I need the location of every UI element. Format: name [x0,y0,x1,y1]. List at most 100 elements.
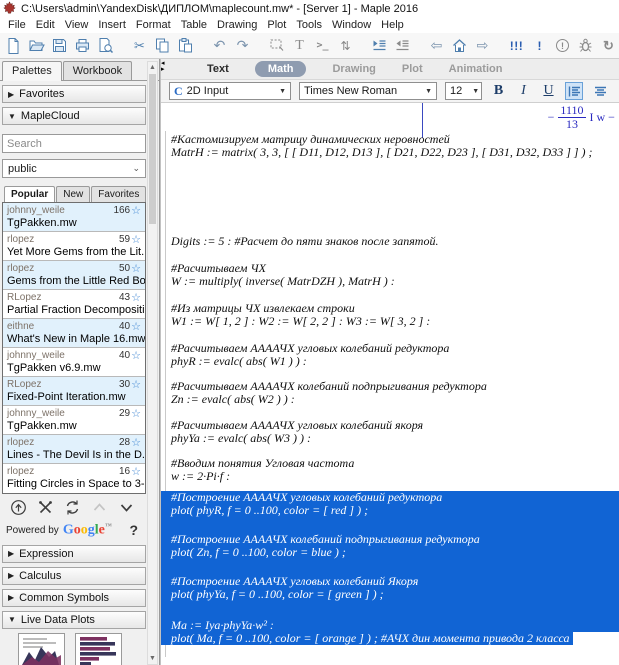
cloud-tab-favorites[interactable]: Favorites [91,186,147,202]
mode-tab-math[interactable]: Math [254,61,307,77]
section-range-icon[interactable]: ⇅ [335,35,356,56]
text-tool-icon[interactable]: T [289,35,310,56]
maple-input-line[interactable]: Zn := evalc( abs( W2 ) ) : [161,393,619,406]
cloud-upload-icon[interactable] [8,498,28,516]
palette-section-expression[interactable]: ▶ Expression [2,544,146,563]
chevron-down-icon[interactable] [116,498,136,516]
maple-input-line[interactable]: plot( Zn, f = 0 ..100, color = blue ) ; [161,546,619,559]
cloud-list-item[interactable]: johnny_weile 166 ☆ TgPakken.mw [3,203,145,232]
cut-icon[interactable]: ✂ [129,35,150,56]
menu-tools[interactable]: Tools [291,19,327,31]
cloud-list-item[interactable]: johnny_weile 29 ☆ TgPakken.mw [3,406,145,435]
menu-file[interactable]: File [3,19,31,31]
interrupt-icon[interactable]: ! [552,35,573,56]
scrollbar-thumb[interactable] [149,74,156,224]
execute-current-icon[interactable]: ! [529,35,550,56]
new-document-icon[interactable] [3,35,24,56]
menu-insert[interactable]: Insert [93,19,131,31]
star-icon[interactable]: ☆ [131,204,141,217]
menu-table[interactable]: Table [176,19,212,31]
bar-chart-thumbnail[interactable] [75,632,122,665]
star-icon[interactable]: ☆ [131,436,141,449]
mode-tab-drawing[interactable]: Drawing [332,63,375,75]
search-input[interactable] [2,134,146,153]
maple-comment-line[interactable]: #Построение ААААЧХ угловых колебаний Яко… [161,559,619,588]
star-icon[interactable]: ☆ [131,233,141,246]
star-icon[interactable]: ☆ [131,407,141,420]
star-icon[interactable]: ☆ [131,378,141,391]
maple-input-line[interactable]: phyR := evalc( abs( W1 ) ) : [161,355,619,368]
indent-icon[interactable] [369,35,390,56]
maple-input-line[interactable]: plot( phyR, f = 0 ..100, color = [ red ]… [161,504,619,517]
menu-drawing[interactable]: Drawing [212,19,262,31]
star-icon[interactable]: ☆ [131,262,141,275]
forward-icon[interactable]: ⇨ [472,35,493,56]
maple-input-line[interactable]: plot( Ma, f = 0 ..100, color = [ orange … [161,632,573,645]
maple-input-line[interactable]: phyYa := evalc( abs( W3 ) ) : [161,432,619,445]
palette-section-common-symbols[interactable]: ▶ Common Symbols [2,588,146,607]
palette-section-live-data-plots[interactable]: ▼ Live Data Plots [2,610,146,629]
cloud-list-item[interactable]: johnny_weile 40 ☆ TgPakken v6.9.mw [3,348,145,377]
print-icon[interactable] [72,35,93,56]
print-preview-icon[interactable] [95,35,116,56]
italic-button[interactable]: I [515,83,532,99]
area-chart-thumbnail[interactable] [18,632,65,665]
home-icon[interactable] [449,35,470,56]
paste-icon[interactable] [175,35,196,56]
cloud-list-item[interactable]: rlopez 50 ☆ Gems from the Little Red Bo... [3,261,145,290]
redo-icon[interactable]: ↷ [232,35,253,56]
visibility-dropdown[interactable]: public ⌄ [2,159,146,178]
bold-button[interactable]: B [490,83,507,99]
maple-comment-line[interactable]: #Построение ААААЧХ колебаний подпрыгиван… [161,517,619,546]
tools-icon[interactable] [35,498,55,516]
font-family-dropdown[interactable]: Times New Roman ▼ [299,82,437,100]
star-icon[interactable]: ☆ [131,320,141,333]
menu-view[interactable]: View [60,19,94,31]
outdent-icon[interactable] [392,35,413,56]
menu-help[interactable]: Help [376,19,409,31]
command-prompt-icon[interactable]: >_ [312,35,333,56]
cloud-list-item[interactable]: RLopez 43 ☆ Partial Fraction Decompositi... [3,290,145,319]
sync-icon[interactable] [62,498,82,516]
maple-input-line[interactable]: Ma := Iya·phyYa·w² : [161,601,619,632]
worksheet-document[interactable]: − 1110 13 I w − 693750 13 #Кастомизируем… [161,103,619,665]
cloud-list-item[interactable]: rlopez 28 ☆ Lines - The Devil Is in the D..… [3,435,145,464]
maple-input-line[interactable]: w := 2·Pi·f : [161,470,619,483]
scroll-up-icon[interactable]: ▲ [148,62,157,73]
maple-input-line[interactable]: plot( phyYa, f = 0 ..100, color = [ gree… [161,588,619,601]
debug-icon[interactable] [575,35,596,56]
input-style-dropdown[interactable]: C 2D Input ▼ [169,82,291,100]
copy-icon[interactable] [152,35,173,56]
menu-plot[interactable]: Plot [262,19,291,31]
back-icon[interactable]: ⇦ [426,35,447,56]
cloud-list-item[interactable]: rlopez 59 ☆ Yet More Gems from the Lit... [3,232,145,261]
mode-tab-text[interactable]: Text [207,63,229,75]
menu-format[interactable]: Format [131,19,176,31]
mode-tab-plot[interactable]: Plot [402,63,423,75]
font-size-dropdown[interactable]: 12 ▼ [445,82,482,100]
maple-input-line[interactable]: Digits := 5 : #Расчет до пяти знаков пос… [161,235,619,248]
undo-icon[interactable]: ↶ [209,35,230,56]
star-icon[interactable]: ☆ [131,291,141,304]
star-icon[interactable]: ☆ [131,349,141,362]
open-file-icon[interactable] [26,35,47,56]
align-left-button[interactable] [565,82,583,100]
maple-input-line[interactable]: MatrH := matrix( 3, 3, [ [ D11, D12, D13… [161,146,619,159]
expand-right-icon[interactable]: ▸ [161,66,169,73]
palette-section-maplecloud[interactable]: ▼ MapleCloud [2,107,146,125]
cloud-list-item[interactable]: eithne 40 ☆ What's New in Maple 16.mw [3,319,145,348]
mode-tab-animation[interactable]: Animation [449,63,503,75]
chevron-up-icon[interactable] [89,498,109,516]
execute-all-icon[interactable]: !!! [506,35,527,56]
maple-input-line[interactable]: W1 := W[ 1, 2 ] : W2 := W[ 2, 2 ] : W3 :… [161,315,619,328]
cloud-list-item[interactable]: RLopez 30 ☆ Fixed-Point Iteration.mw [3,377,145,406]
sidebar-tab-workbook[interactable]: Workbook [62,61,133,80]
save-icon[interactable] [49,35,70,56]
sidebar-scrollbar[interactable]: ▲ ▼ [147,61,158,665]
restart-icon[interactable]: ↻ [598,35,619,56]
sidebar-tab-palettes[interactable]: Palettes [2,61,62,81]
palette-section-favorites[interactable]: ▶ Favorites [2,85,146,103]
menu-edit[interactable]: Edit [31,19,60,31]
align-center-button[interactable] [591,82,609,100]
cloud-tab-new[interactable]: New [56,186,91,202]
